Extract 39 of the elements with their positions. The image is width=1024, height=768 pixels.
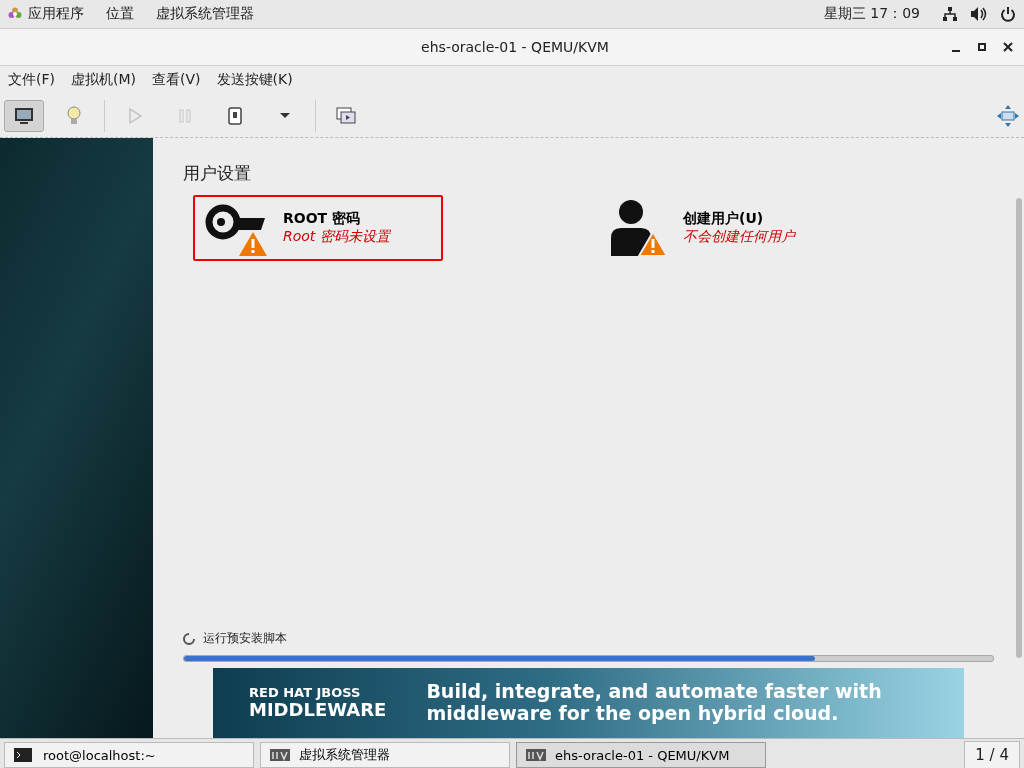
- network-icon[interactable]: [942, 6, 958, 22]
- workspace-switcher[interactable]: 1 / 4: [964, 741, 1020, 768]
- close-icon[interactable]: [1002, 41, 1014, 53]
- console-button[interactable]: [4, 99, 44, 132]
- banner-brand: RED HAT JBOSS: [249, 685, 362, 701]
- spoke-title: ROOT 密码: [283, 210, 361, 228]
- monitor-stack-icon: [269, 748, 291, 762]
- key-spoke[interactable]: ROOT 密码 Root 密码未设置: [193, 195, 443, 261]
- caret-icon: [279, 112, 291, 119]
- maximize-icon[interactable]: [976, 41, 988, 53]
- scrollbar[interactable]: [1016, 198, 1022, 658]
- power-icon[interactable]: [1000, 6, 1016, 22]
- section-title: 用户设置: [183, 162, 252, 185]
- banner-subline: middleware for the open hybrid cloud.: [426, 703, 840, 725]
- menu-item[interactable]: 虚拟机(M): [71, 71, 136, 89]
- panel-menu[interactable]: 应用程序: [28, 5, 84, 23]
- panel-menu[interactable]: 位置: [106, 5, 134, 23]
- user-spoke[interactable]: 创建用户(U) 不会创建任何用户: [593, 195, 843, 261]
- banner-headline: Build, integrate, and automate faster with: [426, 681, 882, 703]
- resize-icon[interactable]: [996, 103, 1020, 128]
- taskbar-item[interactable]: 虚拟系统管理器: [260, 742, 510, 768]
- volume-icon[interactable]: [970, 6, 988, 22]
- spoke-title: 创建用户(U): [683, 210, 765, 228]
- clock[interactable]: 星期三 17：09: [823, 5, 920, 23]
- monitor-stack-icon: [525, 748, 547, 762]
- window-title: ehs-oracle-01 - QEMU/KVM: [420, 39, 610, 55]
- terminal-icon: [13, 748, 35, 762]
- menu-item[interactable]: 文件(F): [8, 71, 55, 89]
- menu-item[interactable]: 查看(V): [152, 71, 201, 89]
- taskbar-item[interactable]: ehs-oracle-01 - QEMU/KVM: [516, 742, 766, 768]
- apps-flower-icon: [8, 7, 22, 21]
- banner-product: MIDDLEWARE: [249, 700, 387, 721]
- spoke-status: Root 密码未设置: [283, 228, 390, 246]
- menu-item[interactable]: 发送按键(K): [216, 71, 293, 89]
- panel-menu[interactable]: 虚拟系统管理器: [156, 5, 254, 23]
- progress-label: 运行预安装脚本: [203, 630, 287, 647]
- spoke-status: 不会创建任何用户: [683, 228, 795, 246]
- taskbar-item[interactable]: root@localhost:~: [4, 742, 254, 768]
- spinner-icon: [183, 632, 195, 645]
